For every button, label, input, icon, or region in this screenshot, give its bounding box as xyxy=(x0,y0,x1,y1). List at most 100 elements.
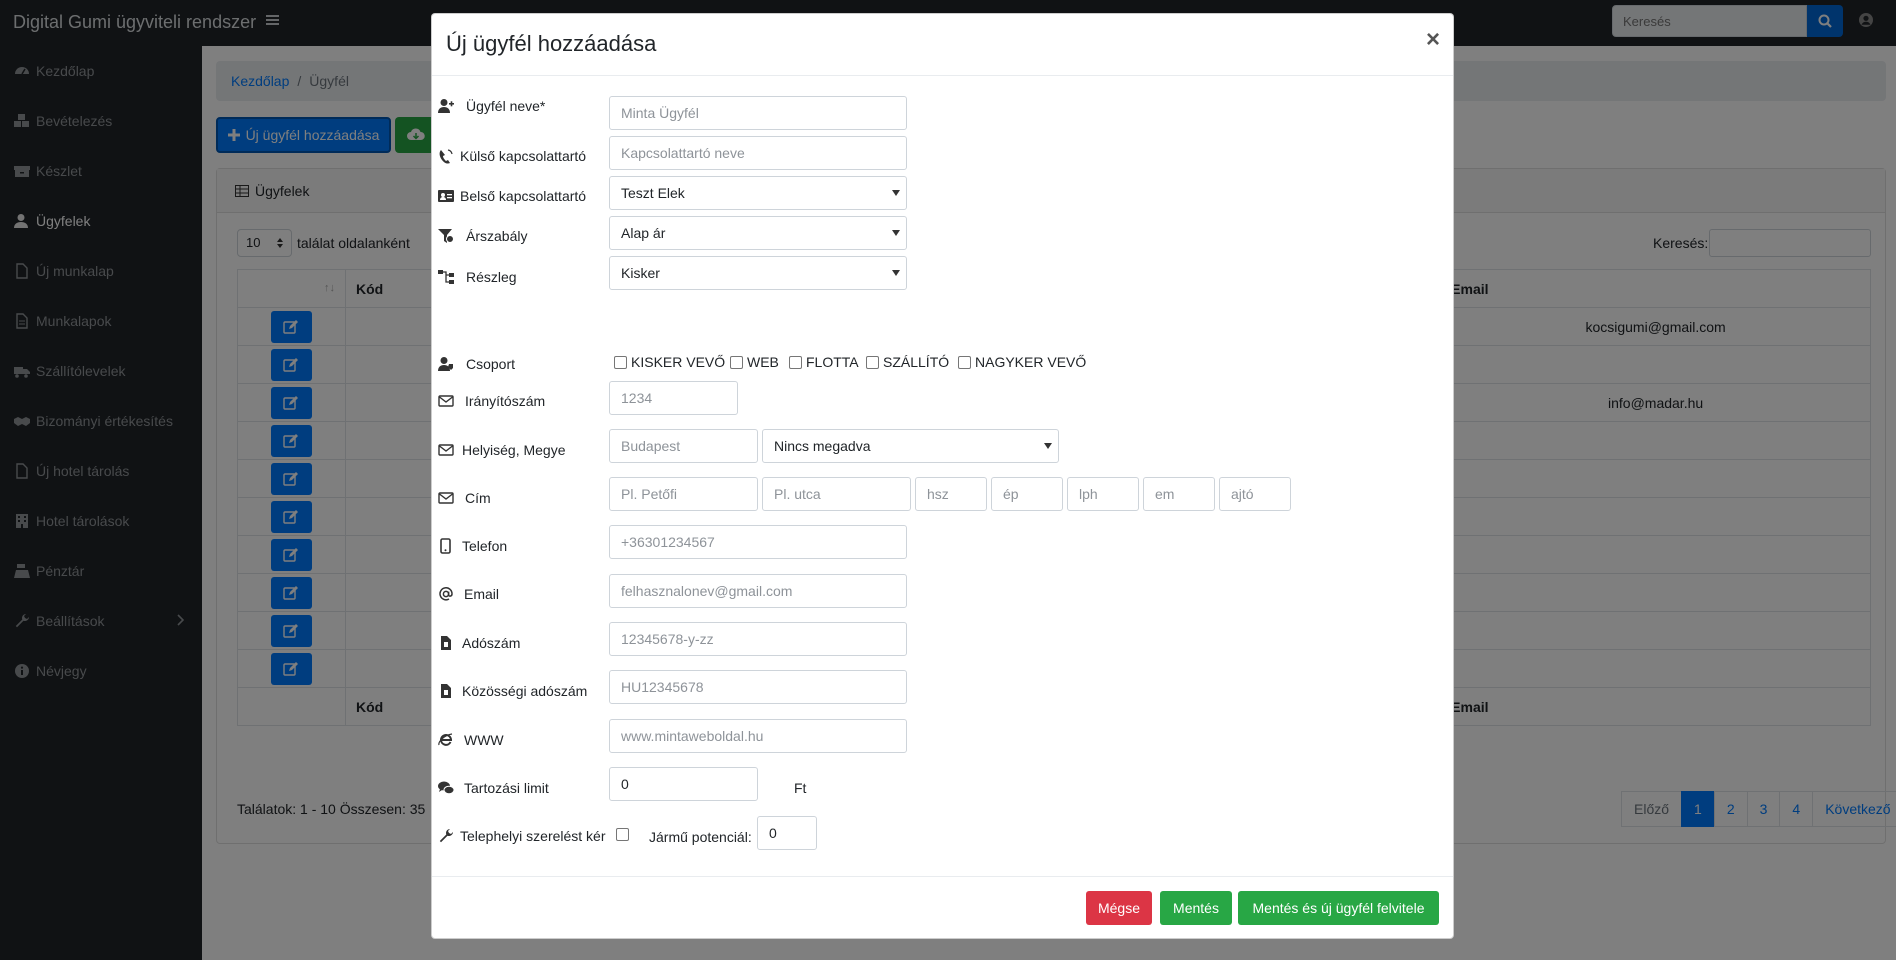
group-option-label: FLOTTA xyxy=(806,354,859,370)
city-label-row: Helyiség, Megye xyxy=(438,442,566,458)
www-label-row: WWW xyxy=(438,732,504,748)
modal-close-button[interactable]: × xyxy=(1426,28,1440,52)
address-building-input[interactable]: ép xyxy=(991,477,1063,511)
currency-suffix: Ft xyxy=(794,780,807,796)
price-rule-label-row: Árszabály xyxy=(438,228,527,244)
onsite-fitting-label-row: Telephelyi szerelést kér xyxy=(438,828,606,844)
wrench-icon xyxy=(439,829,453,843)
group-label: Csoport xyxy=(466,356,516,372)
mobile-icon xyxy=(440,538,451,554)
modal-footer-divider xyxy=(432,876,1453,877)
phone-label: Telefon xyxy=(462,538,508,554)
caret-down-icon xyxy=(892,190,900,196)
address-door-input[interactable]: ajtó xyxy=(1219,477,1291,511)
internal-contact-select[interactable]: Teszt Elek xyxy=(609,176,907,210)
phone-input[interactable]: +36301234567 xyxy=(609,525,907,559)
price-rule-label: Árszabály xyxy=(466,228,528,244)
address-type-input[interactable]: Pl. utca xyxy=(762,477,911,511)
city-input[interactable]: Budapest xyxy=(609,429,758,463)
email-input[interactable]: felhasznalonev@gmail.com xyxy=(609,574,907,608)
address-number-input[interactable]: hsz xyxy=(915,477,987,511)
caret-down-icon xyxy=(892,230,900,236)
department-label: Részleg xyxy=(466,269,517,285)
department-select[interactable]: Kisker xyxy=(609,256,907,290)
internal-contact-label: Belső kapcsolattartó xyxy=(460,188,587,204)
checkbox-box[interactable] xyxy=(789,355,802,369)
comments-dollar-icon xyxy=(438,781,454,795)
external-contact-input[interactable]: Kapcsolattartó neve xyxy=(609,136,907,170)
tax-number-input[interactable]: 12345678-y-zz xyxy=(609,622,907,656)
email-label: Email xyxy=(464,586,500,602)
internet-explorer-icon xyxy=(438,733,453,746)
city-label: Helyiség, Megye xyxy=(462,442,566,458)
envelope-icon xyxy=(438,395,454,407)
save-button[interactable]: Mentés xyxy=(1160,891,1232,925)
group-checkbox-kisker[interactable]: KISKER VEVŐ xyxy=(614,354,725,370)
cancel-button[interactable]: Mégse xyxy=(1086,891,1152,925)
group-checkbox-szallito[interactable]: SZÁLLÍTÓ xyxy=(866,354,949,370)
name-label: Ügyfél neve* xyxy=(466,98,546,114)
email-label-row: Email xyxy=(438,586,499,602)
zip-label-row: Irányítószám xyxy=(438,393,545,409)
add-customer-modal: Új ügyfél hozzáadása × Ügyfél neve* Mint… xyxy=(431,13,1454,939)
vehicle-potential-input[interactable]: 0 xyxy=(757,816,817,850)
address-label-row: Cím xyxy=(438,490,491,506)
price-rule-value: Alap ár xyxy=(621,225,666,241)
checkbox-box[interactable] xyxy=(730,355,743,369)
price-rule-select[interactable]: Alap ár xyxy=(609,216,907,250)
group-label-row: Csoport xyxy=(438,356,515,372)
file-invoice-icon xyxy=(441,684,451,698)
eu-tax-number-label-row: Közösségi adószám xyxy=(438,683,587,699)
modal-title: Új ügyfél hozzáadása xyxy=(446,31,657,56)
external-contact-label: Külső kapcsolattartó xyxy=(460,148,587,164)
checkbox-box[interactable] xyxy=(866,355,879,369)
id-card-icon xyxy=(438,190,454,202)
tax-number-label: Adószám xyxy=(462,635,521,651)
internal-contact-value: Teszt Elek xyxy=(621,185,685,201)
caret-down-icon xyxy=(1044,443,1052,449)
at-sign-icon xyxy=(439,587,453,601)
external-contact-label-row: Külső kapcsolattartó xyxy=(438,148,586,164)
group-option-label: SZÁLLÍTÓ xyxy=(883,354,950,370)
file-invoice-icon xyxy=(441,636,451,650)
department-value: Kisker xyxy=(621,265,660,281)
name-label-row: Ügyfél neve* xyxy=(438,98,545,114)
group-option-label: WEB xyxy=(747,354,779,370)
debt-limit-label-row: Tartozási limit xyxy=(438,780,549,796)
onsite-fitting-checkbox[interactable] xyxy=(616,828,633,841)
save-and-new-button[interactable]: Mentés és új ügyfél felvitele xyxy=(1238,891,1439,925)
group-option-label: KISKER VEVŐ xyxy=(631,354,726,370)
county-value: Nincs megadva xyxy=(774,438,871,454)
checkbox-box[interactable] xyxy=(616,828,629,841)
address-label: Cím xyxy=(465,490,491,506)
tax-number-label-row: Adószám xyxy=(438,635,520,651)
address-name-input[interactable]: Pl. Petőfi xyxy=(609,477,758,511)
group-checkbox-nagyker[interactable]: NAGYKER VEVŐ xyxy=(958,354,1086,370)
group-checkbox-web[interactable]: WEB xyxy=(730,354,779,370)
eu-tax-number-input[interactable]: HU12345678 xyxy=(609,670,907,704)
filter-dollar-icon xyxy=(438,229,454,243)
address-staircase-input[interactable]: lph xyxy=(1067,477,1139,511)
zip-label: Irányítószám xyxy=(465,393,546,409)
county-select[interactable]: Nincs megadva xyxy=(762,429,1059,463)
phone-label-row: Telefon xyxy=(438,538,507,554)
group-checkbox-flotta[interactable]: FLOTTA xyxy=(789,354,859,370)
caret-down-icon xyxy=(892,270,900,276)
user-plus-icon xyxy=(438,99,454,113)
vehicle-potential-label: Jármű potenciál: xyxy=(649,829,752,845)
department-label-row: Részleg xyxy=(438,269,517,285)
phone-volume-icon xyxy=(439,149,453,164)
envelope-icon xyxy=(438,492,454,504)
debt-limit-input[interactable]: 0 xyxy=(609,767,758,801)
www-input[interactable]: www.mintaweboldal.hu xyxy=(609,719,907,753)
checkbox-box[interactable] xyxy=(614,355,627,369)
internal-contact-label-row: Belső kapcsolattartó xyxy=(438,188,586,204)
customer-name-input[interactable]: Minta Ügyfél xyxy=(609,96,907,130)
debt-limit-label: Tartozási limit xyxy=(464,780,549,796)
zip-input[interactable]: 1234 xyxy=(609,381,738,415)
onsite-fitting-label: Telephelyi szerelést kér xyxy=(460,828,606,844)
checkbox-box[interactable] xyxy=(958,355,971,369)
envelope-icon xyxy=(438,444,454,456)
address-floor-input[interactable]: em xyxy=(1143,477,1215,511)
modal-header-divider xyxy=(432,75,1453,76)
